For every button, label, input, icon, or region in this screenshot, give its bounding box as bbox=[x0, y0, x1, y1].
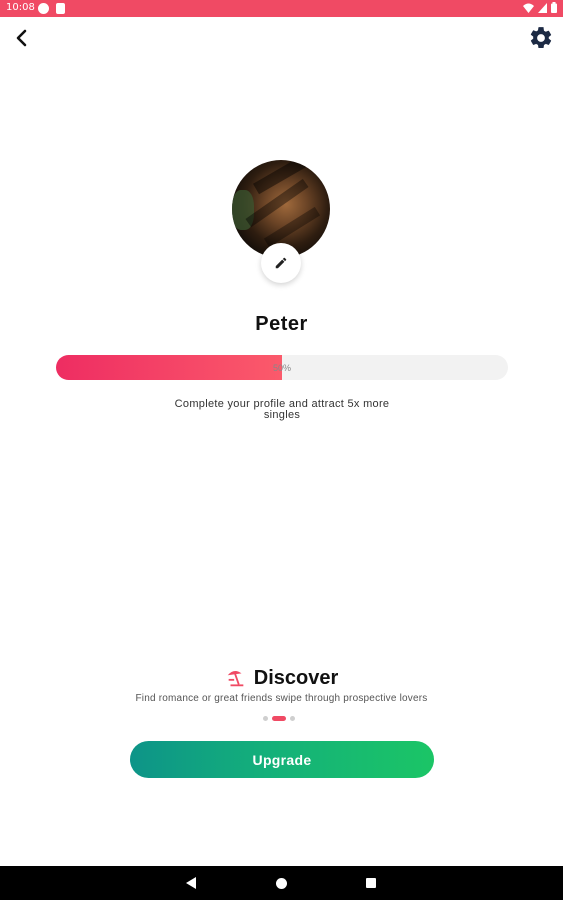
system-icons bbox=[523, 2, 557, 13]
status-bar: 10:08 bbox=[0, 0, 563, 17]
battery-icon bbox=[551, 2, 557, 13]
carousel-indicator bbox=[263, 714, 301, 722]
nav-recents-icon[interactable] bbox=[366, 878, 376, 888]
chevron-left-icon bbox=[16, 29, 27, 47]
app-notification-icon bbox=[38, 3, 49, 14]
settings-button[interactable] bbox=[528, 25, 554, 51]
nav-home-icon[interactable] bbox=[276, 878, 287, 889]
back-button[interactable] bbox=[10, 26, 34, 50]
pencil-icon bbox=[275, 257, 287, 269]
promo-title-label: Discover bbox=[253, 666, 339, 689]
status-time: 10:08 bbox=[6, 2, 35, 13]
system-nav-bar bbox=[0, 866, 563, 900]
profile-completion-bar: 50% bbox=[56, 355, 508, 380]
carousel-dot-active[interactable] bbox=[272, 715, 286, 721]
profile-completion-hint: Complete your profile and attract 5x mor… bbox=[174, 398, 390, 421]
gear-icon bbox=[530, 27, 552, 49]
promo-description: Find romance or great friends swipe thro… bbox=[135, 693, 428, 704]
avatar-photo-detail bbox=[263, 206, 321, 248]
sim-card-icon bbox=[56, 3, 65, 14]
profile-name: Peter bbox=[255, 313, 308, 335]
edit-profile-button[interactable] bbox=[261, 243, 301, 283]
nav-back-icon[interactable] bbox=[184, 876, 198, 890]
signal-icon bbox=[538, 2, 547, 13]
profile-completion-label: 50% bbox=[272, 362, 291, 373]
carousel-dot[interactable] bbox=[290, 715, 295, 721]
promo-title: Discover bbox=[0, 665, 563, 691]
upgrade-button[interactable]: Upgrade bbox=[130, 741, 434, 778]
wifi-icon bbox=[523, 3, 534, 13]
beach-umbrella-icon bbox=[227, 671, 244, 687]
carousel-dot[interactable] bbox=[263, 715, 268, 721]
